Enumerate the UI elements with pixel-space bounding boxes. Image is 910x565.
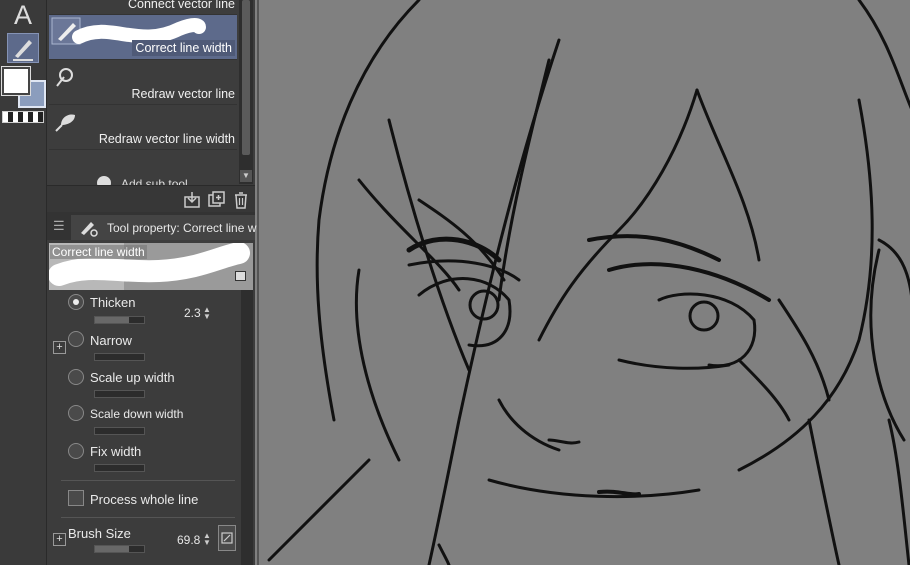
tool-property-title: Tool property: Correct line w: [107, 221, 257, 235]
brush-preview: Correct line width: [49, 243, 253, 290]
subtool-label: Correct line width: [132, 40, 235, 56]
scale-down-width-slider[interactable]: [94, 427, 145, 435]
brush-size-spinner[interactable]: ▲ ▼: [203, 532, 211, 547]
subtool-scrollbar[interactable]: ▼: [239, 0, 253, 184]
subtool-correct-line-width[interactable]: Correct line width: [49, 15, 237, 60]
scale-down-width-radio[interactable]: [68, 405, 84, 421]
pressure-icon: [221, 532, 233, 544]
subtool-redraw-vector-line[interactable]: Redraw vector line: [49, 60, 237, 105]
scale-up-width-slider[interactable]: [94, 390, 145, 398]
tool-property-panel: ☰ Tool property: Correct line w Correct …: [47, 212, 257, 565]
sub-tool-panel: Connect vector line Correct line width R…: [47, 0, 255, 213]
subtool-label: Redraw vector line width: [98, 132, 235, 146]
sketch-drawing: [267, 0, 910, 565]
brush-size-value[interactable]: 69.8: [177, 533, 200, 547]
brush-size-slider[interactable]: [94, 545, 145, 553]
process-whole-line-checkbox[interactable]: [68, 490, 84, 506]
tool-property-header: ☰ Tool property: Correct line w: [47, 212, 257, 240]
scroll-down-button[interactable]: ▼: [240, 170, 252, 182]
redraw-width-icon: [55, 114, 75, 132]
thicken-value[interactable]: 2.3: [184, 306, 201, 320]
main-color-swatch[interactable]: [2, 67, 30, 95]
scale-down-width-label: Scale down width: [90, 407, 184, 421]
subtool-connect-vector-line[interactable]: Connect vector line: [49, 0, 237, 15]
brush-size-expand-button[interactable]: +: [53, 533, 66, 546]
scroll-thumb[interactable]: [242, 0, 250, 155]
narrow-slider[interactable]: [94, 353, 145, 361]
pen-icon: [13, 40, 33, 61]
divider: [61, 480, 235, 481]
text-tool-button[interactable]: A: [8, 0, 38, 30]
scale-up-width-radio[interactable]: [68, 369, 84, 385]
canvas[interactable]: [257, 0, 910, 565]
scale-up-width-label: Scale up width: [90, 370, 175, 385]
subtool-footer: [47, 185, 255, 213]
duplicate-icon[interactable]: [208, 191, 226, 209]
correct-line-tool-button[interactable]: [7, 33, 39, 63]
subtool-redraw-vector-line-width[interactable]: Redraw vector line width: [49, 105, 237, 150]
delete-icon[interactable]: [233, 191, 249, 209]
property-scrollbar[interactable]: [241, 290, 253, 565]
process-whole-line-label: Process whole line: [90, 492, 199, 507]
preview-label: Correct line width: [50, 245, 147, 259]
fix-width-label: Fix width: [90, 444, 142, 459]
subtool-label: Connect vector line: [127, 0, 235, 11]
redraw-line-icon: [56, 68, 73, 87]
tool-property-tab[interactable]: Tool property: Correct line w: [71, 215, 257, 240]
narrow-label: Narrow: [90, 333, 132, 348]
brush-size-pressure-button[interactable]: [218, 525, 236, 551]
subtool-label: Redraw vector line: [131, 87, 235, 101]
fix-width-slider[interactable]: [94, 464, 145, 472]
import-icon[interactable]: [183, 191, 201, 209]
fix-width-radio[interactable]: [68, 443, 84, 459]
narrow-expand-button[interactable]: +: [53, 341, 66, 354]
transparent-color-swatch[interactable]: [2, 111, 44, 123]
menu-icon[interactable]: ☰: [53, 218, 65, 234]
thicken-slider[interactable]: [94, 316, 145, 324]
divider: [61, 517, 235, 518]
lock-icon[interactable]: [235, 271, 246, 281]
tool-palette: A: [0, 0, 47, 565]
thicken-label: Thicken: [90, 295, 136, 310]
thicken-spinner[interactable]: ▲ ▼: [203, 306, 211, 321]
tool-property-icon: [81, 222, 98, 237]
brush-size-label: Brush Size: [68, 526, 131, 541]
narrow-radio[interactable]: [68, 331, 84, 347]
thicken-radio[interactable]: [68, 294, 84, 310]
